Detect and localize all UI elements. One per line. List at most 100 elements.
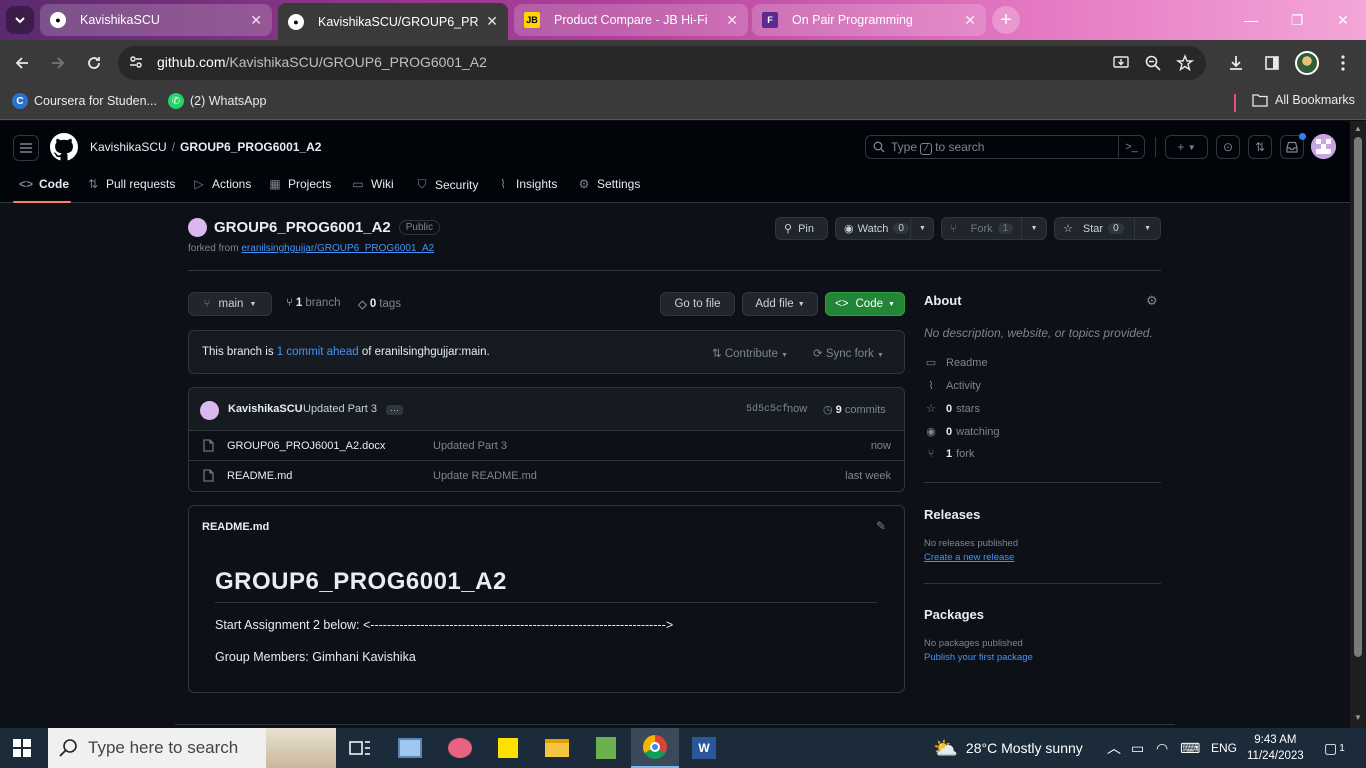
star-button[interactable]: ☆ Star 0 ▼ bbox=[1054, 217, 1161, 240]
snipping-tool-icon[interactable] bbox=[436, 728, 484, 768]
site-info-icon[interactable] bbox=[128, 54, 144, 73]
issues-button[interactable]: ⊙ bbox=[1216, 135, 1240, 159]
browser-tab[interactable]: F On Pair Programming ✕ bbox=[752, 4, 986, 36]
task-view-icon[interactable] bbox=[336, 728, 384, 768]
file-commit-message[interactable]: Update README.md bbox=[433, 470, 537, 482]
chrome-icon[interactable] bbox=[631, 728, 679, 768]
browser-tab-active[interactable]: ● KavishikaSCU/GROUP6_PROG6001_A2 ✕ bbox=[278, 3, 508, 40]
tab-projects[interactable]: ▦ Projects bbox=[268, 177, 331, 191]
all-bookmarks-button[interactable]: All Bookmarks bbox=[1252, 93, 1355, 107]
packages-heading[interactable]: Packages bbox=[924, 607, 984, 622]
browser-tab[interactable]: ● KavishikaSCU ✕ bbox=[40, 4, 272, 36]
close-icon[interactable]: ✕ bbox=[250, 12, 262, 29]
downloads-icon[interactable] bbox=[1222, 49, 1250, 77]
watchers-link[interactable]: ◉ 0 watching bbox=[924, 425, 999, 439]
user-avatar[interactable] bbox=[1311, 134, 1336, 159]
new-tab-button[interactable]: + bbox=[992, 6, 1020, 34]
menu-button[interactable] bbox=[13, 135, 39, 161]
commit-sha[interactable]: 5d5c5cf bbox=[746, 404, 788, 415]
commit-expand-button[interactable]: … bbox=[386, 404, 403, 415]
add-file-button[interactable]: Add file ▼ bbox=[742, 292, 818, 316]
pin-button[interactable]: ⚲ Pin bbox=[775, 217, 828, 240]
excel-like-icon[interactable] bbox=[582, 728, 630, 768]
language-indicator[interactable]: ENG bbox=[1211, 728, 1237, 768]
gear-icon[interactable]: ⚙ bbox=[1146, 293, 1158, 309]
contribute-button[interactable]: ⇅ Contribute ▼ bbox=[712, 346, 788, 360]
wifi-icon[interactable]: ◠ bbox=[1156, 728, 1168, 768]
tags-link[interactable]: ◇ 0 tags bbox=[358, 297, 401, 311]
branch-selector[interactable]: ⑂ main ▼ bbox=[188, 292, 272, 316]
tab-search-button[interactable] bbox=[6, 6, 34, 34]
side-panel-icon[interactable] bbox=[1258, 49, 1286, 77]
back-button[interactable] bbox=[8, 49, 36, 77]
code-button[interactable]: <> Code ▼ bbox=[825, 292, 905, 316]
commits-ahead-link[interactable]: 1 commit ahead bbox=[277, 346, 359, 358]
install-app-icon[interactable] bbox=[1112, 54, 1130, 72]
forked-from-link[interactable]: eranilsinghgujjar/GROUP6_PROG6001_A2 bbox=[241, 243, 434, 254]
readme-header[interactable]: README.md bbox=[202, 521, 269, 533]
sticky-notes-icon[interactable] bbox=[484, 728, 532, 768]
stars-link[interactable]: ☆ 0 stars bbox=[924, 402, 980, 416]
restore-button[interactable]: ❐ bbox=[1274, 0, 1320, 40]
releases-heading[interactable]: Releases bbox=[924, 507, 980, 522]
breadcrumb-repo[interactable]: GROUP6_PROG6001_A2 bbox=[180, 140, 321, 154]
scroll-down-icon[interactable]: ▼ bbox=[1353, 713, 1363, 722]
table-row[interactable]: README.md Update README.md last week bbox=[189, 461, 904, 491]
notifications-button[interactable]: ▢ 1 bbox=[1324, 728, 1345, 768]
profile-avatar[interactable] bbox=[1293, 49, 1321, 77]
commit-history-link[interactable]: ◷ 9 commits bbox=[823, 403, 886, 416]
close-icon[interactable]: ✕ bbox=[726, 12, 738, 29]
control-panel-icon[interactable] bbox=[386, 728, 434, 768]
scrollbar-thumb[interactable] bbox=[1354, 137, 1362, 657]
table-row[interactable]: GROUP06_PROJ6001_A2.docx Updated Part 3 … bbox=[189, 431, 904, 461]
watch-dropdown[interactable]: ▼ bbox=[910, 218, 934, 239]
tab-actions[interactable]: ▷ Actions bbox=[192, 177, 251, 191]
file-commit-message[interactable]: Updated Part 3 bbox=[433, 440, 507, 452]
create-release-link[interactable]: Create a new release bbox=[924, 552, 1014, 563]
page-scrollbar[interactable]: ▲ ▼ bbox=[1350, 121, 1366, 728]
browser-tab[interactable]: JB Product Compare - JB Hi-Fi ✕ bbox=[514, 4, 748, 36]
star-dropdown[interactable]: ▼ bbox=[1134, 218, 1160, 239]
command-palette-icon[interactable]: >_ bbox=[1118, 135, 1144, 159]
close-icon[interactable]: ✕ bbox=[486, 13, 498, 30]
go-to-file-button[interactable]: Go to file bbox=[660, 292, 735, 316]
inbox-button[interactable] bbox=[1280, 133, 1306, 159]
close-icon[interactable]: ✕ bbox=[964, 12, 976, 29]
clock[interactable]: 9:43 AM 11/24/2023 bbox=[1247, 732, 1304, 764]
windows-start-icon[interactable] bbox=[13, 739, 31, 757]
pull-requests-button[interactable]: ⇅ bbox=[1248, 135, 1272, 159]
bookmark-coursera[interactable]: C Coursera for Studen... bbox=[12, 93, 157, 109]
address-bar[interactable]: github.com/KavishikaSCU/GROUP6_PROG6001_… bbox=[118, 46, 1206, 80]
zoom-icon[interactable] bbox=[1144, 54, 1162, 72]
tab-settings[interactable]: ⚙ Settings bbox=[577, 177, 641, 191]
readme-link[interactable]: ▭ Readme bbox=[924, 356, 988, 370]
create-new-button[interactable]: + ▼ bbox=[1165, 135, 1208, 159]
battery-icon[interactable]: ▭ bbox=[1131, 728, 1144, 768]
weather-widget[interactable]: ⛅ 28°C Mostly sunny bbox=[933, 728, 1083, 768]
publish-package-link[interactable]: Publish your first package bbox=[924, 652, 1033, 663]
forward-button[interactable] bbox=[44, 49, 72, 77]
fork-dropdown[interactable]: ▼ bbox=[1021, 218, 1046, 239]
reload-button[interactable] bbox=[80, 49, 108, 77]
file-name[interactable]: README.md bbox=[227, 470, 292, 482]
breadcrumb-owner[interactable]: KavishikaSCU bbox=[90, 140, 167, 154]
repo-name[interactable]: GROUP6_PROG6001_A2 bbox=[214, 219, 391, 236]
pencil-icon[interactable]: ✎ bbox=[876, 519, 886, 533]
word-icon[interactable]: W bbox=[680, 728, 728, 768]
minimize-button[interactable]: — bbox=[1228, 0, 1274, 40]
taskbar-search[interactable]: Type here to search bbox=[48, 728, 336, 768]
sync-fork-button[interactable]: ⟳ Sync fork ▼ bbox=[813, 346, 884, 360]
watch-button[interactable]: ◉ Watch 0 ▼ bbox=[835, 217, 934, 240]
commit-message[interactable]: Updated Part 3 bbox=[303, 403, 377, 415]
forks-link[interactable]: ⑂ 1 fork bbox=[924, 448, 975, 460]
commit-author[interactable]: KavishikaSCU bbox=[228, 403, 303, 415]
github-logo[interactable] bbox=[50, 133, 78, 164]
tab-wiki[interactable]: ▭ Wiki bbox=[351, 177, 393, 191]
file-name[interactable]: GROUP06_PROJ6001_A2.docx bbox=[227, 440, 385, 452]
fork-button[interactable]: ⑂ Fork 1 ▼ bbox=[941, 217, 1047, 240]
tab-pull-requests[interactable]: ⇅ Pull requests bbox=[86, 177, 175, 191]
tab-code[interactable]: <> Code bbox=[19, 177, 69, 191]
bookmark-star-icon[interactable] bbox=[1175, 54, 1195, 72]
search-input[interactable]: Type / to search >_ bbox=[865, 135, 1145, 159]
file-explorer-icon[interactable] bbox=[533, 728, 581, 768]
